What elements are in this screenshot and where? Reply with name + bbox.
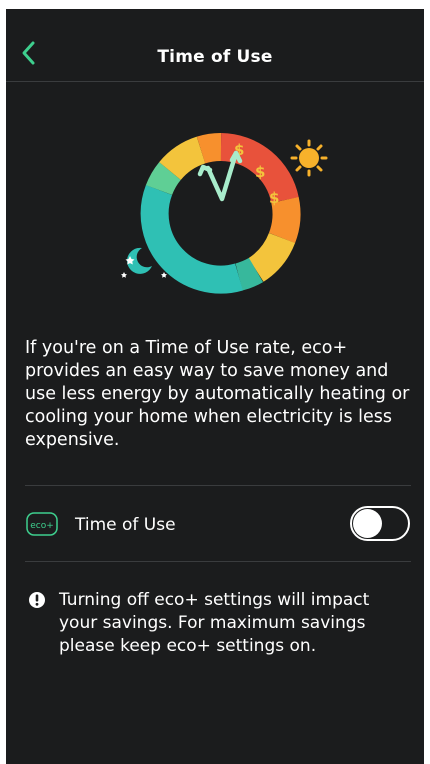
- svg-text:eco+: eco+: [30, 521, 54, 531]
- exclamation-icon: [29, 592, 45, 608]
- morning-orange-segment: [196, 133, 222, 164]
- time-of-use-toggle[interactable]: [350, 506, 410, 541]
- header: Time of Use: [6, 9, 424, 82]
- divider: [25, 485, 411, 486]
- morning-green-segment: [145, 162, 182, 196]
- page-title: Time of Use: [157, 47, 273, 67]
- sun-icon: [290, 139, 328, 177]
- dollar-icon: $: [269, 189, 279, 207]
- setting-label: Time of Use: [75, 515, 176, 535]
- divider: [25, 561, 411, 562]
- time-of-use-screen: Time of Use $ $ $ If you're on a Time of…: [6, 9, 424, 764]
- shoulder-segment: [268, 197, 301, 244]
- night-segment: [140, 185, 243, 294]
- offpeak-segment: [235, 257, 264, 291]
- toggle-knob: [353, 509, 382, 538]
- warning-text: Turning off eco+ settings will impact yo…: [59, 590, 370, 656]
- mid-segment: [247, 232, 296, 282]
- dollar-icon: $: [255, 163, 265, 181]
- morning-yellow-segment: [159, 136, 206, 181]
- time-of-use-illustration: $ $ $: [96, 114, 346, 314]
- eco-plus-icon: eco+: [26, 512, 58, 536]
- description-text: If you're on a Time of Use rate, eco+ pr…: [25, 338, 410, 450]
